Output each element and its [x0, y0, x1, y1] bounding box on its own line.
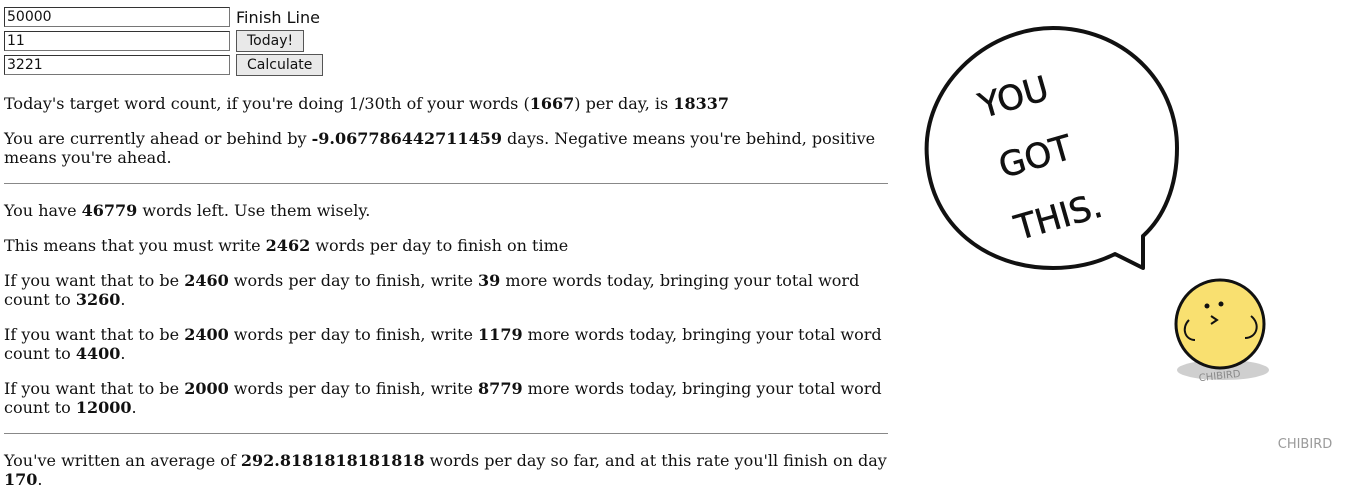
finish-row: Finish Line: [4, 5, 888, 29]
day-row: Today!: [4, 29, 888, 53]
average-paragraph: You've written an average of 292.8181818…: [4, 451, 887, 489]
average-words-per-day: 292.8181818181818: [240, 451, 425, 470]
calculate-button[interactable]: Calculate: [236, 54, 324, 76]
calculator-panel: Finish Line Today! Calculate Today's tar…: [4, 0, 888, 489]
divider: [4, 183, 888, 184]
words-written-input[interactable]: [4, 55, 230, 75]
words-left-value: 46779: [81, 201, 138, 220]
must-write-paragraph: This means that you must write 2462 word…: [4, 236, 569, 255]
target-word-count: 18337: [673, 94, 729, 113]
days-ahead-behind: -9.067786442711459: [311, 129, 502, 148]
chick-icon: CHIBIRD: [1174, 278, 1269, 384]
scenario-paragraph: If you want that to be 2000 words per da…: [4, 379, 882, 417]
words-left-paragraph: You have 46779 words left. Use them wise…: [4, 201, 371, 220]
artist-signature: CHIBIRD: [1278, 437, 1332, 452]
today-button[interactable]: Today!: [236, 30, 305, 52]
finish-line-input[interactable]: [4, 7, 230, 27]
scenario-paragraph: If you want that to be 2460 words per da…: [4, 271, 860, 309]
target-paragraph: Today's target word count, if you're doi…: [4, 94, 729, 113]
motivation-illustration: YOU GOT THIS. CHIBIRD CHIBIRD: [915, 18, 1345, 488]
ahead-behind-paragraph: You are currently ahead or behind by -9.…: [4, 129, 876, 167]
speech-bubble: YOU GOT THIS.: [924, 26, 1179, 270]
day-input[interactable]: [4, 31, 230, 51]
per-day-target: 1667: [529, 94, 575, 113]
words-row: Calculate: [4, 53, 888, 77]
scenario-paragraph: If you want that to be 2400 words per da…: [4, 325, 882, 363]
finish-line-label: Finish Line: [236, 7, 320, 27]
divider: [4, 433, 888, 434]
projected-finish-day: 170: [4, 470, 38, 489]
words-per-day-required: 2462: [265, 236, 311, 255]
